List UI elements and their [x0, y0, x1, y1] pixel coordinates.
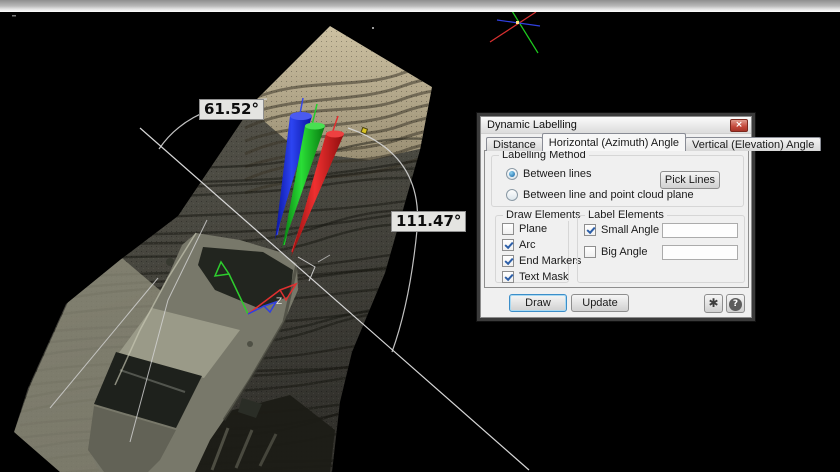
checkbox-big-angle[interactable] — [584, 246, 596, 258]
mini-axis-gizmo — [490, 11, 540, 53]
pick-lines-button[interactable]: Pick Lines — [660, 171, 720, 189]
dialog-titlebar[interactable]: Dynamic Labelling × — [481, 117, 751, 134]
checkbox-end-markers-label: End Markers — [519, 255, 581, 267]
update-button[interactable]: Update — [571, 294, 629, 312]
gear-icon: ✱ — [708, 296, 718, 310]
small-angle-label: 61.52° — [199, 99, 264, 120]
close-icon: × — [735, 120, 743, 130]
small-angle-input[interactable] — [662, 223, 738, 238]
tab-distance[interactable]: Distance — [486, 137, 543, 151]
application-window: Z — [0, 0, 840, 472]
checkbox-arc-label: Arc — [519, 239, 536, 251]
label-elements-group: Label Elements Small Angle Big Angle — [577, 215, 745, 283]
checkbox-plane[interactable] — [502, 223, 514, 235]
checkbox-text-mask[interactable] — [502, 271, 514, 283]
big-angle-input[interactable] — [662, 245, 738, 260]
help-icon: ? — [729, 298, 742, 311]
checkbox-big-angle-label: Big Angle — [601, 246, 647, 258]
toolbar-edge-strip — [0, 0, 840, 12]
z-axis-glyph: Z — [276, 297, 282, 307]
close-button[interactable]: × — [730, 119, 748, 132]
checkbox-end-markers[interactable] — [502, 255, 514, 267]
dialog-title: Dynamic Labelling — [487, 119, 577, 131]
radio-between-lines-label: Between lines — [523, 168, 592, 180]
help-button[interactable]: ? — [726, 294, 745, 313]
radio-between-line-and-plane-label: Between line and point cloud plane — [523, 189, 694, 201]
dialog-body: Dynamic Labelling × Distance Horizontal … — [480, 116, 752, 318]
checkbox-arc[interactable] — [502, 239, 514, 251]
draw-button[interactable]: Draw — [509, 294, 567, 312]
draw-elements-group: Draw Elements Plane Arc End Markers — [495, 215, 569, 283]
tab-horizontal-azimuth-angle[interactable]: Horizontal (Azimuth) Angle — [542, 133, 686, 151]
big-angle-label: 111.47° — [391, 211, 466, 232]
settings-button[interactable]: ✱ — [704, 294, 723, 313]
draw-elements-legend: Draw Elements — [503, 209, 584, 221]
checkbox-small-angle[interactable] — [584, 224, 596, 236]
labelling-method-group: Labelling Method Between lines Between l… — [491, 155, 744, 207]
dialog-tabs: Distance Horizontal (Azimuth) Angle Vert… — [486, 134, 820, 151]
tab-page-horizontal-angle: Labelling Method Between lines Between l… — [484, 150, 749, 288]
tab-vertical-elevation-angle[interactable]: Vertical (Elevation) Angle — [685, 137, 821, 151]
checkbox-plane-label: Plane — [519, 223, 547, 235]
radio-between-lines[interactable] — [506, 168, 518, 180]
dynamic-labelling-dialog: Dynamic Labelling × Distance Horizontal … — [476, 112, 756, 322]
checkbox-small-angle-label: Small Angle — [601, 224, 659, 236]
checkbox-text-mask-label: Text Mask — [519, 271, 569, 283]
radio-between-line-and-plane[interactable] — [506, 189, 518, 201]
label-elements-legend: Label Elements — [585, 209, 667, 221]
